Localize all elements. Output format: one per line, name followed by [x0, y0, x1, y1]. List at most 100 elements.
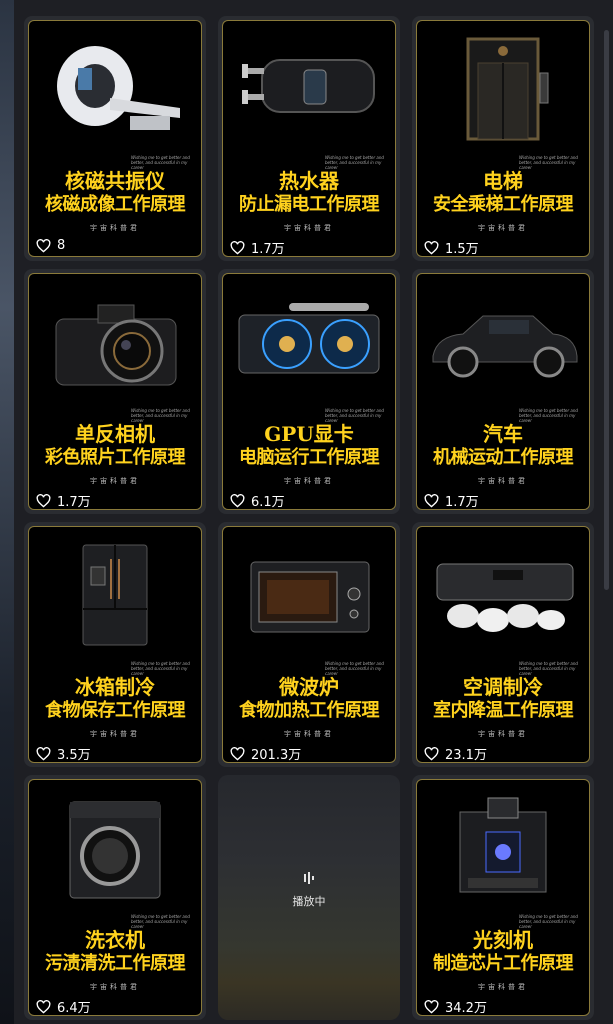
heart-icon	[36, 238, 51, 253]
video-card[interactable]: Wishing me to get better and better, and…	[412, 269, 594, 514]
heart-icon	[230, 493, 245, 508]
like-count-value: 3.5万	[57, 748, 91, 763]
cover-title: 空调制冷	[463, 675, 543, 699]
video-grid: Wishing me to get better and better, and…	[24, 16, 594, 1020]
like-count: 34.2万	[424, 997, 487, 1016]
cover-subtitle: 食物加热工作原理	[239, 700, 380, 721]
like-count-value: 23.1万	[445, 748, 487, 763]
camera-icon	[29, 282, 201, 400]
cover-tagline: Wishing me to get better and better, and…	[131, 661, 190, 676]
heart-icon	[424, 493, 439, 508]
like-count: 201.3万	[230, 744, 301, 763]
now-playing-card[interactable]: 播放中	[218, 775, 400, 1020]
video-card[interactable]: Wishing me to get better and better, and…	[412, 16, 594, 261]
like-count: 1.7万	[424, 491, 479, 510]
cover-tagline: Wishing me to get better and better, and…	[519, 155, 578, 170]
video-cover: Wishing me to get better and better, and…	[416, 526, 590, 763]
video-card[interactable]: Wishing me to get better and better, and…	[24, 522, 206, 767]
cover-title: 洗衣机	[85, 928, 145, 952]
elevator-icon	[417, 29, 589, 147]
like-count: 1.5万	[424, 238, 479, 257]
cover-brand: 宇宙科普君	[90, 477, 140, 485]
cover-subtitle: 彩色照片工作原理	[45, 447, 186, 468]
video-cover: Wishing me to get better and better, and…	[28, 779, 202, 1016]
video-card[interactable]: Wishing me to get better and better, and…	[24, 269, 206, 514]
water-heater-icon	[223, 29, 395, 147]
video-cover: Wishing me to get better and better, and…	[416, 20, 590, 257]
like-count: 3.5万	[36, 744, 91, 763]
like-count-value: 1.7万	[445, 495, 479, 510]
video-cover: Wishing me to get better and better, and…	[222, 273, 396, 510]
heart-icon	[424, 999, 439, 1014]
video-card[interactable]: Wishing me to get better and better, and…	[24, 16, 206, 261]
video-card[interactable]: Wishing me to get better and better, and…	[412, 775, 594, 1020]
cover-brand: 宇宙科普君	[90, 224, 140, 232]
heart-icon	[36, 999, 51, 1014]
cover-subtitle: 机械运动工作原理	[433, 447, 574, 468]
cover-tagline: Wishing me to get better and better, and…	[519, 408, 578, 423]
like-count-value: 6.4万	[57, 1001, 91, 1016]
like-count-value: 1.5万	[445, 242, 479, 257]
cover-brand: 宇宙科普君	[478, 983, 528, 991]
cover-title: GPU显卡	[264, 422, 354, 446]
gpu-card-icon	[223, 282, 395, 400]
cover-title: 核磁共振仪	[65, 169, 165, 193]
video-card[interactable]: Wishing me to get better and better, and…	[218, 522, 400, 767]
like-count: 8	[36, 238, 65, 253]
cover-subtitle: 制造芯片工作原理	[433, 953, 574, 974]
cover-title: 光刻机	[473, 928, 533, 952]
like-count: 6.4万	[36, 997, 91, 1016]
cover-tagline: Wishing me to get better and better, and…	[131, 155, 190, 170]
cover-brand: 宇宙科普君	[90, 983, 140, 991]
washing-machine-icon	[29, 788, 201, 906]
cover-title: 微波炉	[279, 675, 339, 699]
video-card[interactable]: Wishing me to get better and better, and…	[218, 269, 400, 514]
scrollbar[interactable]	[604, 30, 609, 590]
video-cover: Wishing me to get better and better, and…	[222, 526, 396, 763]
cover-title: 汽车	[483, 422, 523, 446]
video-cover: Wishing me to get better and better, and…	[416, 779, 590, 1016]
heart-icon	[230, 240, 245, 255]
cover-tagline: Wishing me to get better and better, and…	[325, 661, 384, 676]
like-count-value: 1.7万	[251, 242, 285, 257]
like-count-value: 201.3万	[251, 748, 302, 763]
car-icon	[417, 282, 589, 400]
video-card[interactable]: Wishing me to get better and better, and…	[24, 775, 206, 1020]
cover-title: 热水器	[279, 169, 339, 193]
cover-tagline: Wishing me to get better and better, and…	[519, 914, 578, 929]
video-cover: Wishing me to get better and better, and…	[28, 273, 202, 510]
like-count-value: 34.2万	[445, 1001, 487, 1016]
lithography-machine-icon	[417, 788, 589, 906]
cover-brand: 宇宙科普君	[478, 730, 528, 738]
air-conditioner-icon	[417, 535, 589, 653]
video-cover: Wishing me to get better and better, and…	[28, 526, 202, 763]
cover-tagline: Wishing me to get better and better, and…	[325, 155, 384, 170]
cover-title: 电梯	[483, 169, 523, 193]
like-count-value: 8	[57, 238, 66, 253]
background-edge	[0, 0, 14, 1024]
heart-icon	[36, 493, 51, 508]
playing-bars-icon	[304, 872, 314, 884]
now-playing-indicator: 播放中	[218, 871, 400, 909]
video-card[interactable]: Wishing me to get better and better, and…	[412, 522, 594, 767]
cover-brand: 宇宙科普君	[284, 477, 334, 485]
cover-title: 单反相机	[75, 422, 155, 446]
like-count: 1.7万	[36, 491, 91, 510]
cover-subtitle: 安全乘梯工作原理	[433, 194, 574, 215]
heart-icon	[424, 746, 439, 761]
heart-icon	[424, 240, 439, 255]
like-count: 23.1万	[424, 744, 487, 763]
cover-brand: 宇宙科普君	[284, 730, 334, 738]
cover-tagline: Wishing me to get better and better, and…	[131, 408, 190, 423]
video-cover: Wishing me to get better and better, and…	[416, 273, 590, 510]
cover-tagline: Wishing me to get better and better, and…	[131, 914, 190, 929]
refrigerator-icon	[29, 535, 201, 653]
cover-subtitle: 食物保存工作原理	[45, 700, 186, 721]
cover-tagline: Wishing me to get better and better, and…	[519, 661, 578, 676]
cover-subtitle: 电脑运行工作原理	[239, 447, 380, 468]
like-count: 6.1万	[230, 491, 285, 510]
cover-subtitle: 防止漏电工作原理	[239, 194, 380, 215]
video-card[interactable]: Wishing me to get better and better, and…	[218, 16, 400, 261]
now-playing-label: 播放中	[292, 895, 326, 908]
cover-brand: 宇宙科普君	[478, 477, 528, 485]
